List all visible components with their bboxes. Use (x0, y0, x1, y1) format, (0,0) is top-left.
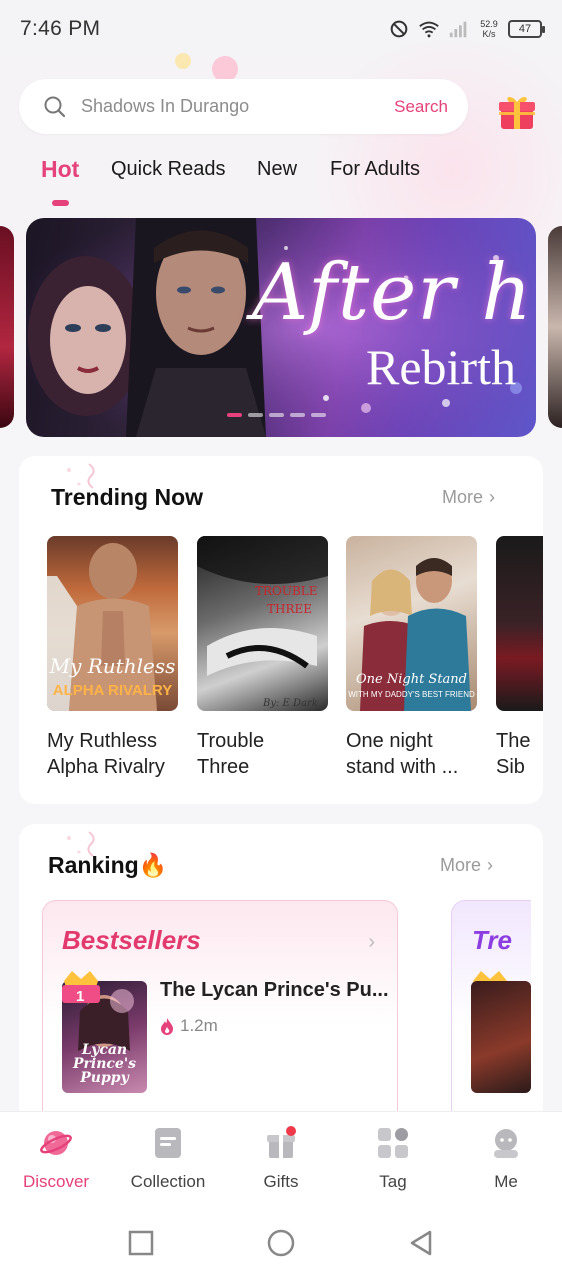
search-input[interactable]: Shadows In Durango (81, 96, 394, 117)
banner-subtitle: Rebirth (366, 339, 516, 395)
search-bar[interactable]: Shadows In Durango Search (19, 79, 468, 134)
ranked-book-reads: 1.2m (160, 1016, 218, 1036)
wifi-icon (419, 21, 439, 38)
tab-hot[interactable]: Hot (41, 156, 79, 183)
board-label: Bestsellers (62, 925, 201, 955)
signal-icon (449, 21, 467, 38)
nav-discover[interactable]: Discover (0, 1112, 112, 1207)
banner-title: After h (252, 248, 533, 338)
planet-icon (40, 1131, 72, 1155)
ranked-book-title[interactable]: The Lycan Prince's Pu... (160, 979, 389, 1002)
chevron-right-icon: › (489, 487, 496, 507)
book-card[interactable]: My Ruthless ALPHA RIVALRY My Ruthless Alp… (47, 536, 178, 780)
chevron-right-icon: › (487, 855, 494, 875)
search-icon (44, 96, 66, 117)
rank-number: 1 (76, 988, 85, 1005)
book-title: My Ruthless Alpha Rivalry (47, 730, 165, 778)
trending-section: Trending Now More › My Ruthless ALPHA RIV… (19, 456, 543, 804)
banner-dot[interactable] (311, 413, 326, 417)
banner-dot[interactable] (248, 413, 263, 417)
tag-grid-icon (378, 1128, 408, 1158)
ranked-book-cover[interactable] (471, 981, 531, 1093)
banner-dot[interactable] (269, 413, 284, 417)
banner-dot[interactable] (290, 413, 305, 417)
recent-apps-icon[interactable] (126, 1228, 156, 1258)
book-title: Trouble Three (197, 730, 265, 778)
board-label: Tre (472, 925, 512, 955)
nav-me[interactable]: Me (450, 1112, 562, 1207)
tab-for-adults[interactable]: For Adults (330, 158, 420, 181)
tab-quick-reads[interactable]: Quick Reads (111, 158, 226, 181)
tab-new[interactable]: New (257, 158, 297, 181)
flame-icon (161, 1018, 173, 1035)
banner-next-peek[interactable] (548, 226, 562, 428)
back-icon[interactable] (406, 1228, 436, 1258)
gift-box-icon[interactable] (497, 92, 537, 132)
gift-icon (267, 1126, 296, 1158)
status-time: 7:46 PM (20, 17, 101, 40)
system-navigation-bar (0, 1206, 562, 1280)
trending-board[interactable]: Tre 1 (451, 900, 531, 1124)
network-speed: 52.9 K/s (480, 19, 498, 39)
active-tab-indicator (52, 200, 69, 206)
trending-title: Trending Now (51, 484, 204, 510)
home-icon[interactable] (266, 1228, 296, 1258)
bottom-navigation: Discover Collection Gifts Tag Me (0, 1111, 562, 1206)
bestsellers-board[interactable]: Bestsellers › Lycan Prince's Puppy 1 The… (42, 900, 398, 1124)
chevron-right-icon[interactable]: › (368, 931, 375, 954)
search-button[interactable]: Search (394, 97, 448, 117)
book-card[interactable]: One Night Stand WITH MY DADDY'S BEST FRI… (346, 536, 477, 780)
banner-pagination (227, 413, 326, 417)
ranking-more-link[interactable]: More › (440, 855, 493, 876)
do-not-disturb-icon (390, 20, 408, 38)
nav-collection[interactable]: Collection (112, 1112, 224, 1207)
fire-icon: 🔥 (138, 852, 168, 878)
book-card[interactable]: The Sib (496, 536, 543, 780)
battery-indicator: 47 (508, 20, 545, 38)
book-card[interactable]: TROUBLE THREE By: E Dark Trouble Three (197, 536, 328, 780)
banner-text-layer: After h Rebirth (26, 218, 536, 437)
book-title: One night stand with ... (346, 730, 459, 778)
book-title: The Sib (496, 730, 531, 778)
banner-prev-peek[interactable] (0, 226, 14, 428)
status-bar: 7:46 PM 52.9 K/s 47 (0, 0, 562, 58)
banner-dot[interactable] (227, 413, 242, 417)
ranking-section: Ranking🔥 More › Bestsellers › Lycan Princ… (19, 824, 543, 1124)
book-cover: My Ruthless ALPHA RIVALRY (47, 536, 178, 711)
ranking-title: Ranking🔥 (48, 852, 168, 878)
nav-tag[interactable]: Tag (337, 1112, 449, 1207)
book-cover: TROUBLE THREE By: E Dark (197, 536, 328, 711)
profile-icon (494, 1129, 518, 1158)
category-tabs: Hot Quick Reads New For Adults (0, 156, 562, 208)
nav-gifts[interactable]: Gifts (225, 1112, 337, 1207)
trending-more-link[interactable]: More › (442, 487, 495, 508)
book-cover (496, 536, 543, 711)
book-cover: One Night Stand WITH MY DADDY'S BEST FRI… (346, 536, 477, 711)
book-icon (155, 1128, 181, 1158)
